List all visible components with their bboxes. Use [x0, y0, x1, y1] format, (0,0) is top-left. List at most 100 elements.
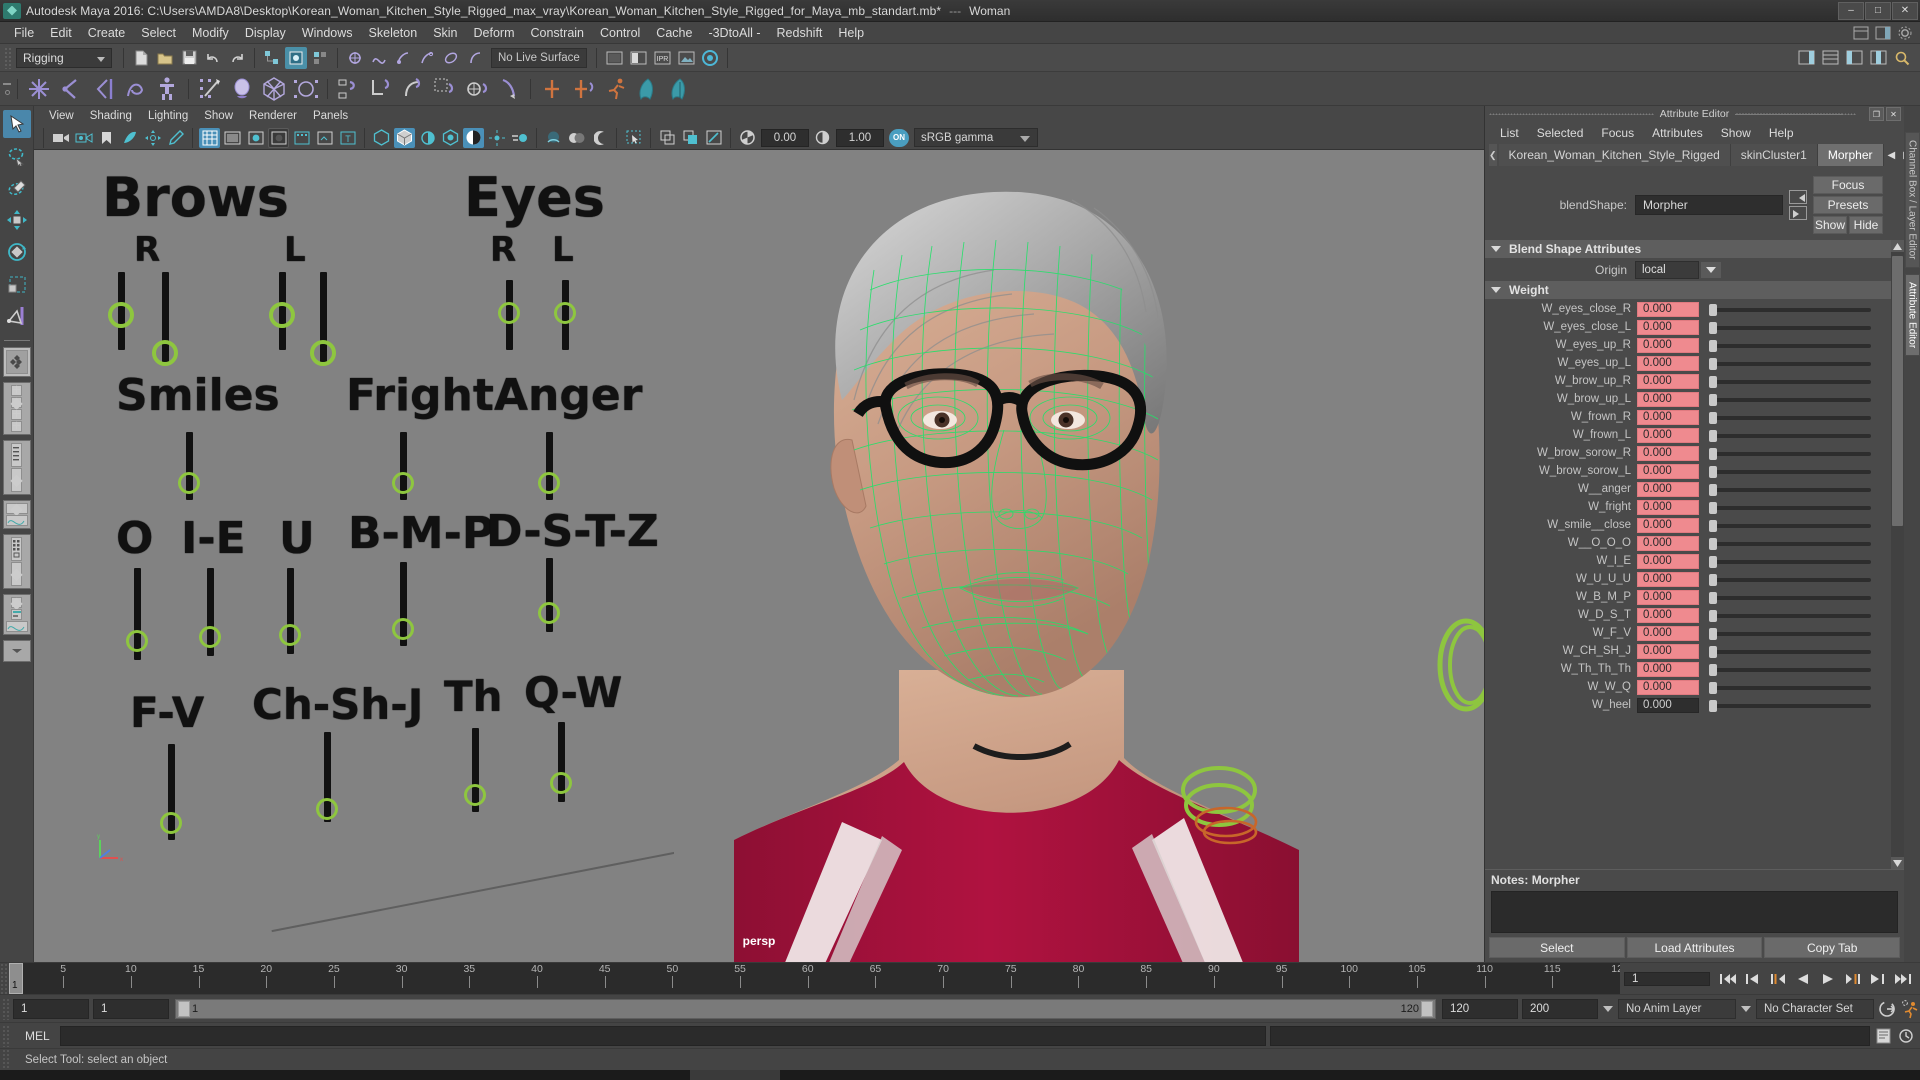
- menu-help[interactable]: Help: [830, 24, 872, 42]
- copy-tab-button[interactable]: Copy Tab: [1764, 937, 1901, 958]
- ae-menu-list[interactable]: List: [1491, 125, 1528, 141]
- orient-constraint-icon[interactable]: [398, 74, 428, 104]
- presets-button[interactable]: Presets: [1813, 196, 1883, 214]
- weight-value-field[interactable]: 0.000: [1637, 337, 1699, 353]
- range-bar-right-handle[interactable]: [1421, 1000, 1433, 1017]
- weight-value-field[interactable]: 0.000: [1637, 625, 1699, 641]
- rig-handle-th[interactable]: [464, 784, 486, 806]
- rig-handle-bmp[interactable]: [392, 618, 414, 640]
- ipr-render-icon[interactable]: IPR: [651, 47, 673, 69]
- tab-channel-box-layer-editor[interactable]: Channel Box / Layer Editor: [1904, 132, 1920, 268]
- anim-start-time-field[interactable]: 1: [13, 998, 89, 1019]
- panel-menu-view[interactable]: View: [42, 109, 81, 123]
- create-character-set-icon[interactable]: [537, 74, 567, 104]
- right-edge-controller[interactable]: [1424, 605, 1484, 725]
- layout-hypershade-persp-button[interactable]: ◆: [2, 534, 31, 589]
- next-key-button[interactable]: [1842, 968, 1864, 990]
- xray-active-components-icon[interactable]: [394, 127, 415, 148]
- weight-slider-handle[interactable]: [1709, 321, 1717, 334]
- create-spline-handle-icon[interactable]: [120, 74, 150, 104]
- bookmark-icon[interactable]: [96, 128, 117, 148]
- layout-outliner-persp-button[interactable]: ◆: [2, 440, 31, 495]
- weight-slider[interactable]: [1704, 680, 1879, 695]
- paint-select-tool-button[interactable]: [3, 174, 31, 202]
- hide-button[interactable]: Hide: [1849, 216, 1883, 234]
- weight-slider-handle[interactable]: [1709, 483, 1717, 496]
- weight-slider[interactable]: [1704, 590, 1879, 605]
- weight-slider[interactable]: [1704, 320, 1879, 335]
- weight-slider-handle[interactable]: [1709, 411, 1717, 424]
- weight-value-field[interactable]: 0.000: [1637, 409, 1699, 425]
- weight-slider[interactable]: [1704, 356, 1879, 371]
- marquee-select-icon[interactable]: [623, 128, 644, 148]
- screen-space-ao-icon[interactable]: [486, 128, 507, 148]
- command-history-icon[interactable]: [1898, 1028, 1914, 1044]
- point-constraint-icon[interactable]: [366, 74, 396, 104]
- menu-set-selector[interactable]: Rigging: [16, 47, 112, 68]
- rig-handle-chshj[interactable]: [316, 798, 338, 820]
- layout-ql-1[interactable]: ◆: [10, 595, 22, 612]
- weight-value-field[interactable]: 0.000: [1637, 319, 1699, 335]
- weight-slider[interactable]: [1704, 338, 1879, 353]
- use-default-material-icon[interactable]: [291, 128, 312, 148]
- save-scene-icon[interactable]: [178, 47, 200, 69]
- command-line-grip[interactable]: [2, 1024, 11, 1047]
- layout-outliner-pane[interactable]: [11, 443, 22, 467]
- menu-3dtoall[interactable]: -3DtoAll -: [700, 24, 768, 42]
- paint-skin-weights-icon[interactable]: [227, 74, 257, 104]
- scale-constraint-icon[interactable]: [430, 74, 460, 104]
- scrollbar-thumb[interactable]: [1892, 256, 1903, 526]
- human-ik-icon[interactable]: [152, 74, 182, 104]
- statusline-grip[interactable]: [4, 46, 12, 69]
- rig-handle-dstz[interactable]: [538, 602, 560, 624]
- rig-handle-brow-l-2[interactable]: [310, 340, 336, 366]
- layout-graph-editor-pane[interactable]: [5, 515, 28, 526]
- help-search-icon[interactable]: [1891, 47, 1913, 69]
- layout-persp-pane[interactable]: ◆: [10, 468, 23, 492]
- weight-slider[interactable]: [1704, 392, 1879, 407]
- scroll-up-arrow[interactable]: [1891, 240, 1904, 252]
- menu-edit[interactable]: Edit: [42, 24, 80, 42]
- ae-menu-attributes[interactable]: Attributes: [1643, 125, 1712, 141]
- script-editor-icon[interactable]: [1876, 1028, 1894, 1044]
- snap-projected-icon[interactable]: [416, 47, 438, 69]
- ae-tab-prev-arrow[interactable]: ◀: [1888, 150, 1896, 161]
- layout-more-button[interactable]: [2, 640, 31, 662]
- ae-undock-button[interactable]: ❐: [1869, 107, 1884, 121]
- weight-value-field[interactable]: 0.000: [1637, 445, 1699, 461]
- weight-slider-handle[interactable]: [1709, 645, 1717, 658]
- weight-slider-handle[interactable]: [1709, 537, 1717, 550]
- menu-display[interactable]: Display: [237, 24, 294, 42]
- ae-menu-help[interactable]: Help: [1760, 125, 1803, 141]
- ae-menu-selected[interactable]: Selected: [1528, 125, 1593, 141]
- range-bar-left-handle[interactable]: [178, 1000, 190, 1017]
- go-to-end-button[interactable]: [1892, 968, 1914, 990]
- weight-value-field[interactable]: 0.000: [1637, 355, 1699, 371]
- rig-handle-brow-r-1[interactable]: [108, 302, 134, 328]
- weight-slider-handle[interactable]: [1709, 609, 1717, 622]
- xray-joints-icon[interactable]: [371, 128, 392, 148]
- render-current-frame-icon[interactable]: [627, 47, 649, 69]
- weight-value-field[interactable]: 0.000: [1637, 607, 1699, 623]
- previous-key-button[interactable]: [1767, 968, 1789, 990]
- ae-tab-morpher[interactable]: Morpher: [1817, 144, 1884, 166]
- command-output-field[interactable]: [1270, 1025, 1870, 1046]
- panel-menu-shading[interactable]: Shading: [83, 109, 139, 123]
- weight-slider[interactable]: [1704, 464, 1879, 479]
- rig-handle-smiles[interactable]: [178, 472, 200, 494]
- select-tool-button[interactable]: [2, 110, 31, 138]
- select-object-icon[interactable]: [285, 46, 307, 69]
- rig-handle-brow-l-1[interactable]: [269, 302, 295, 328]
- step-back-button[interactable]: [1742, 968, 1764, 990]
- create-ik-spline-icon[interactable]: [88, 74, 118, 104]
- pole-vector-constraint-icon[interactable]: [494, 74, 524, 104]
- menu-skeleton[interactable]: Skeleton: [361, 24, 426, 42]
- weight-slider[interactable]: [1704, 662, 1879, 677]
- section-expand-triangle-blendshape[interactable]: [1491, 246, 1501, 252]
- anim-end-time-field[interactable]: 200: [1522, 998, 1598, 1019]
- toggle-attribute-editor-icon[interactable]: [1819, 47, 1841, 69]
- taskbar-active-window[interactable]: [690, 1070, 780, 1080]
- animation-preferences-icon[interactable]: [1898, 998, 1920, 1020]
- section-weight[interactable]: Weight: [1485, 281, 1891, 299]
- shadows-toggle-icon[interactable]: [417, 128, 438, 148]
